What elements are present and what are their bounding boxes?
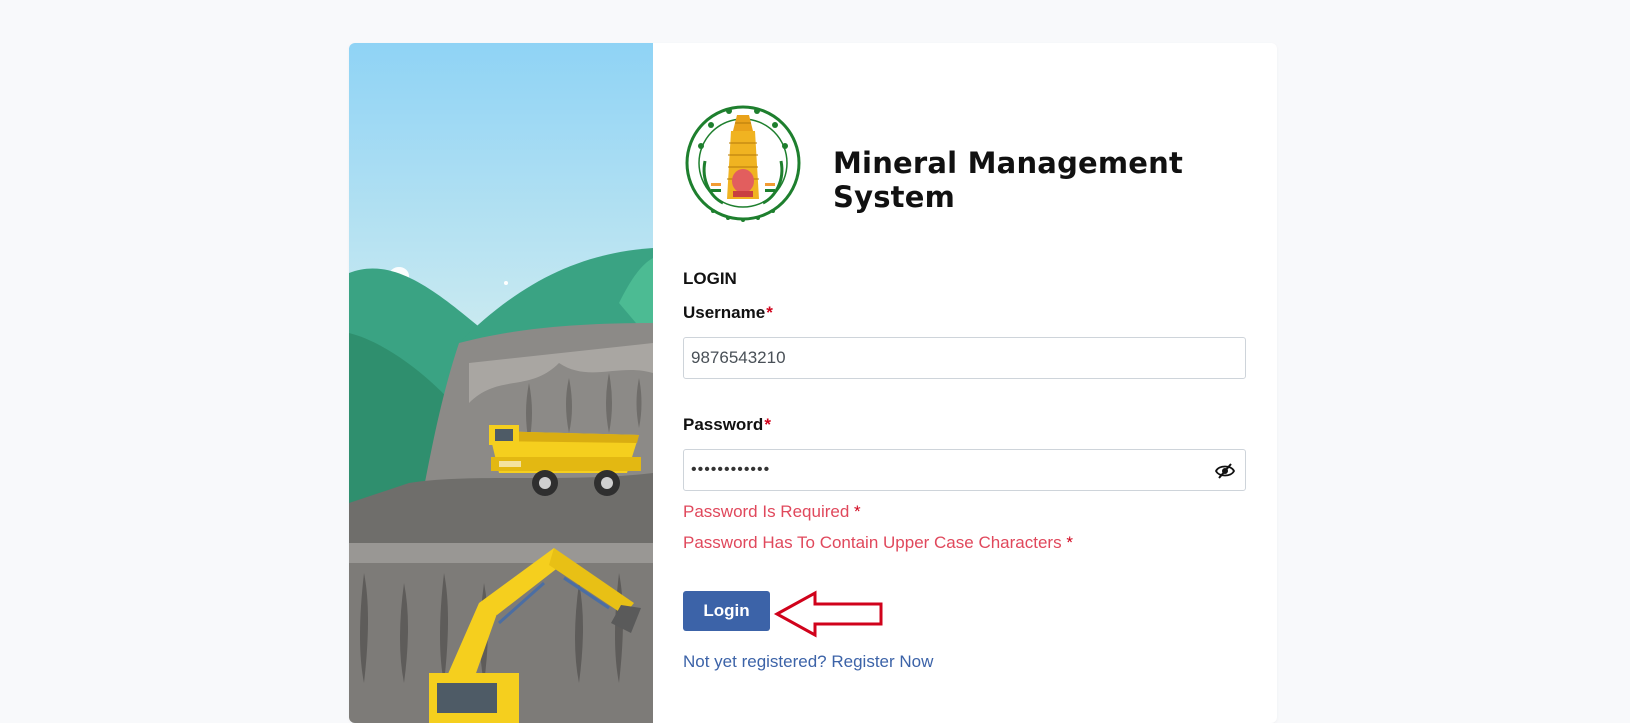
error-password-uppercase: Password Has To Contain Upper Case Chara…: [683, 533, 1073, 553]
username-label: Username*: [683, 303, 773, 323]
error-text: Password Is Required: [683, 502, 850, 521]
app-title: Mineral Management System: [833, 146, 1184, 214]
required-marker: *: [854, 502, 861, 521]
login-card: Mineral Management System LOGIN Username…: [349, 43, 1277, 723]
login-button[interactable]: Login: [683, 591, 770, 631]
password-field-wrapper: [683, 449, 1246, 491]
required-marker: *: [766, 303, 773, 322]
error-text: Password Has To Contain Upper Case Chara…: [683, 533, 1062, 552]
government-emblem-logo: [685, 105, 801, 222]
register-prompt: Not yet registered? Register Now: [683, 652, 933, 672]
username-label-text: Username: [683, 303, 766, 322]
login-heading: LOGIN: [683, 269, 737, 288]
required-marker: *: [764, 415, 771, 434]
arrow-left-icon: [773, 590, 883, 638]
password-label: Password*: [683, 415, 771, 435]
eye-off-icon[interactable]: [1215, 462, 1235, 480]
username-field-wrapper: [683, 337, 1246, 379]
mining-illustration: [349, 43, 653, 723]
login-form-pane: Mineral Management System LOGIN Username…: [653, 43, 1277, 723]
register-now-link[interactable]: Register Now: [831, 652, 933, 671]
password-label-text: Password: [683, 415, 764, 434]
password-input[interactable]: [684, 450, 1245, 490]
register-prompt-text: Not yet registered?: [683, 652, 827, 671]
required-marker: *: [1066, 533, 1073, 552]
username-input[interactable]: [684, 338, 1245, 378]
error-password-required: Password Is Required *: [683, 502, 861, 522]
